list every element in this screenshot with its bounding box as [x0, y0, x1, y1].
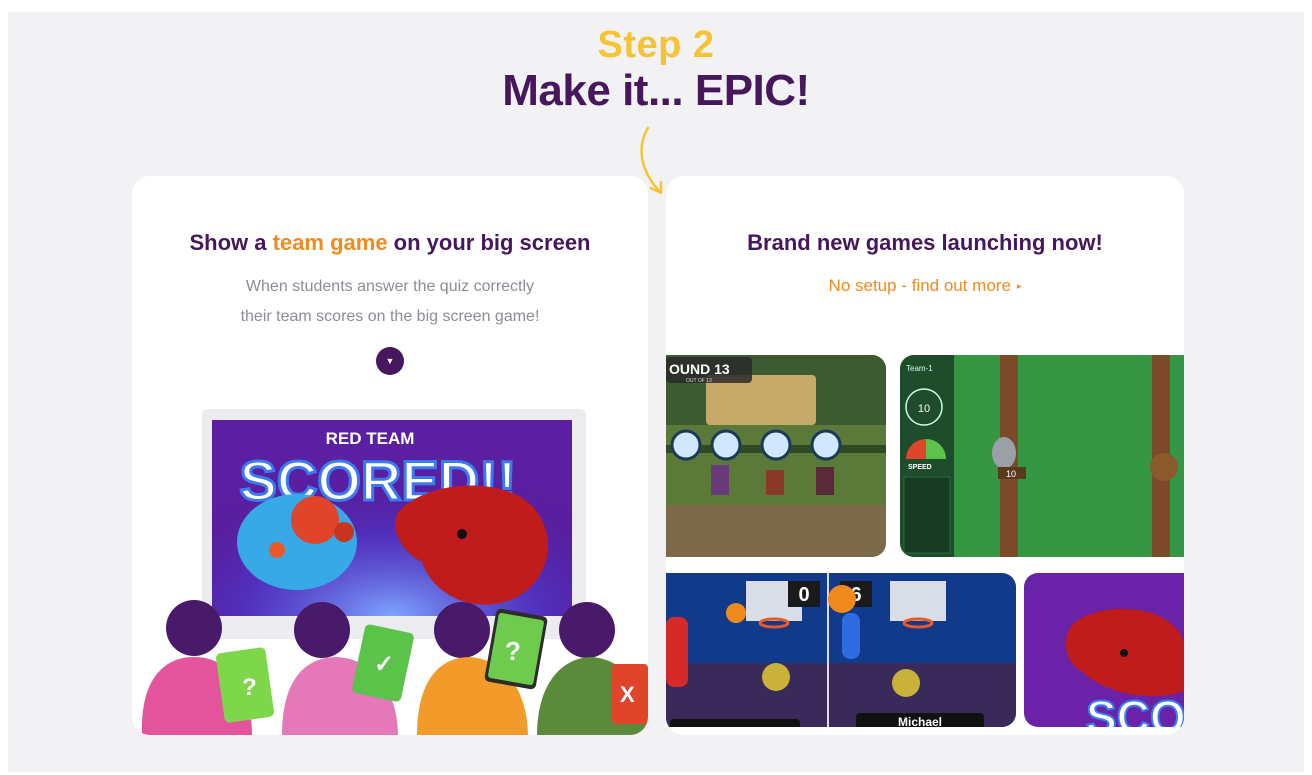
player-name: Michael	[898, 715, 942, 727]
svg-text:?: ?	[242, 674, 257, 701]
step-label: Step 2	[597, 24, 715, 66]
find-out-more-link[interactable]: No setup - find out more ▸	[666, 276, 1184, 296]
climb-player-score: 10	[1006, 469, 1016, 479]
section-headline: Make it... EPIC!	[502, 66, 810, 115]
svg-text:?: ?	[505, 636, 521, 666]
expand-button[interactable]: ▼	[376, 347, 404, 375]
svg-text:OUT OF 13: OUT OF 13	[686, 378, 712, 384]
climb-team-label: Team-1	[906, 364, 933, 373]
score-left: 0	[798, 584, 809, 606]
climb-timer: 10	[918, 403, 930, 415]
team-game-card: Show a team game on your big screen When…	[132, 176, 648, 735]
speed-label: SPEED	[908, 464, 932, 471]
team-game-description: When students answer the quiz correctly …	[240, 278, 540, 325]
red-team-label: RED TEAM	[326, 429, 415, 448]
svg-text:✓: ✓	[374, 651, 394, 678]
monster-scored-text: SCO	[1086, 691, 1184, 727]
classroom-illustration: RED TEAM SCORED!! ? ✓ ? X	[141, 409, 648, 735]
chevron-down-icon: ▼	[385, 355, 395, 366]
basketball-thumbnail[interactable]: 0 6 Michael	[666, 573, 1016, 727]
team-game-card-title: Show a team game on your big screen	[189, 230, 591, 255]
svg-text:X: X	[620, 682, 635, 707]
monster-game-thumbnail[interactable]: SCO	[1024, 573, 1184, 727]
new-games-card: Brand new games launching now! No setup …	[666, 176, 1184, 735]
new-games-title: Brand new games launching now!	[747, 230, 1103, 255]
round-label: OUND 13	[669, 361, 730, 377]
forest-climb-thumbnail[interactable]: 10 Team-1 SPEED 10	[900, 355, 1184, 557]
title-highlight: team game	[272, 230, 388, 255]
chevron-right-icon: ▸	[1016, 281, 1022, 292]
tower-defense-thumbnail[interactable]: OUND 13 OUT OF 13	[666, 355, 886, 557]
